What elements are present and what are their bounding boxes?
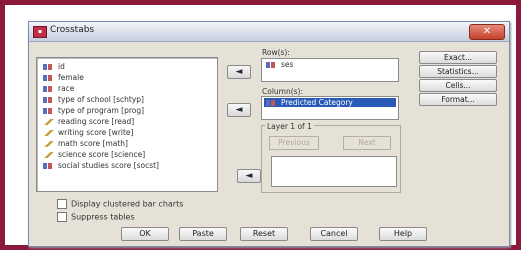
layer-list[interactable]: [271, 156, 397, 187]
previous-button[interactable]: Previous: [269, 136, 319, 150]
reset-button[interactable]: Reset: [240, 227, 288, 241]
list-item[interactable]: type of program [prog]: [43, 106, 144, 115]
list-item[interactable]: ses: [264, 60, 396, 69]
nominal-icon: [43, 86, 55, 92]
nominal-icon: [43, 108, 55, 114]
cells-button[interactable]: Cells...: [419, 79, 497, 92]
nominal-icon: [266, 62, 278, 68]
ok-button[interactable]: OK: [121, 227, 169, 241]
format-button[interactable]: Format...: [419, 93, 497, 106]
help-button[interactable]: Help: [379, 227, 427, 241]
outer-frame: ▪ Crosstabs ✕ id female race type of sch…: [0, 0, 521, 250]
next-button[interactable]: Next: [343, 136, 391, 150]
statistics-button[interactable]: Statistics...: [419, 65, 497, 78]
checkbox-icon: [57, 199, 67, 209]
suppress-tables-checkbox[interactable]: Suppress tables: [57, 212, 135, 222]
title-bar[interactable]: ▪ Crosstabs ✕: [29, 22, 509, 42]
list-item[interactable]: math score [math]: [43, 139, 128, 148]
list-item[interactable]: social studies score [socst]: [43, 161, 159, 170]
paste-button[interactable]: Paste: [179, 227, 227, 241]
list-item[interactable]: type of school [schtyp]: [43, 95, 144, 104]
rows-list[interactable]: ses: [261, 58, 399, 82]
scale-icon: [43, 152, 55, 158]
move-to-rows-button[interactable]: ◄: [227, 65, 251, 79]
list-item[interactable]: race: [43, 84, 74, 93]
cancel-button[interactable]: Cancel: [310, 227, 358, 241]
list-item[interactable]: female: [43, 73, 84, 82]
layer-label: Layer 1 of 1: [265, 122, 314, 131]
columns-list[interactable]: Predicted Category: [261, 96, 399, 120]
nominal-icon: [43, 97, 55, 103]
nominal-icon: [43, 163, 55, 169]
nominal-icon: [43, 75, 55, 81]
exact-button[interactable]: Exact...: [419, 51, 497, 64]
list-item[interactable]: id: [43, 62, 65, 71]
rows-label: Row(s):: [262, 48, 290, 57]
close-button[interactable]: ✕: [469, 24, 505, 40]
columns-label: Column(s):: [262, 87, 304, 96]
scale-icon: [43, 130, 55, 136]
list-item[interactable]: writing score [write]: [43, 128, 133, 137]
scale-icon: [43, 119, 55, 125]
nominal-icon: [43, 64, 55, 70]
crosstabs-dialog: ▪ Crosstabs ✕ id female race type of sch…: [28, 21, 510, 247]
list-item[interactable]: reading score [read]: [43, 117, 134, 126]
scale-icon: [43, 141, 55, 147]
window-title: Crosstabs: [50, 25, 95, 35]
checkbox-icon: [57, 212, 67, 222]
spss-icon: ▪: [33, 26, 47, 38]
move-to-layer-button[interactable]: ◄: [237, 169, 261, 183]
list-item[interactable]: science score [science]: [43, 150, 145, 159]
nominal-icon: [266, 100, 278, 106]
variable-list[interactable]: id female race type of school [schtyp] t…: [36, 57, 218, 192]
move-to-columns-button[interactable]: ◄: [227, 103, 251, 117]
list-item[interactable]: Predicted Category: [264, 98, 396, 107]
clustered-bar-charts-checkbox[interactable]: Display clustered bar charts: [57, 199, 183, 209]
